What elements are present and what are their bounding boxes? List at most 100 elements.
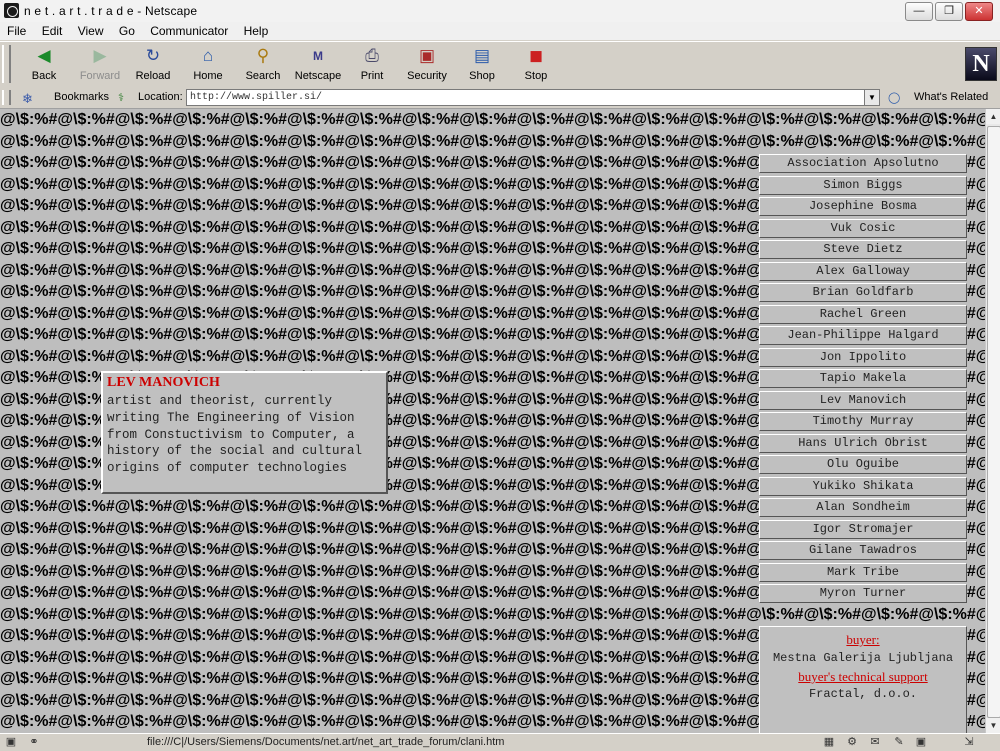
member-link-association-apsolutno[interactable]: Association Apsolutno (759, 154, 967, 173)
security-button[interactable]: ▣ Security (400, 44, 454, 86)
scroll-thumb[interactable] (987, 126, 1000, 718)
reload-button[interactable]: ↻ Reload (126, 44, 180, 86)
close-button[interactable]: ✕ (965, 2, 993, 21)
scroll-up-button[interactable]: ▲ (986, 109, 1000, 124)
stop-button[interactable]: ◼ Stop (509, 44, 563, 86)
buyer-support-value: Fractal, d.o.o. (808, 687, 918, 701)
maximize-button[interactable]: ❐ (935, 2, 963, 21)
netscape-throbber-logo[interactable]: N (965, 47, 997, 81)
security-label: Security (407, 70, 447, 82)
member-link-vuk-cosic[interactable]: Vuk Cosic (759, 218, 967, 238)
vertical-scrollbar[interactable]: ▲ ▼ (985, 109, 1000, 733)
buyer-support-link[interactable]: buyer's technical support (760, 669, 966, 685)
member-link-simon-biggs[interactable]: Simon Biggs (759, 175, 967, 195)
netscape-app-icon (4, 3, 19, 18)
bookmarks-icon[interactable]: ❄ (22, 91, 33, 107)
url-dropdown-button[interactable]: ▼ (864, 89, 880, 106)
netscape-icon: M (313, 49, 323, 63)
member-link-alan-sondheim[interactable]: Alan Sondheim (759, 498, 967, 517)
member-link-timothy-murray[interactable]: Timothy Murray (759, 412, 967, 431)
home-icon: ⌂ (202, 46, 214, 65)
whats-related-icon[interactable]: ◯ (888, 91, 900, 104)
minimize-button[interactable]: — (905, 2, 933, 21)
member-link-brian-goldfarb[interactable]: Brian Goldfarb (759, 283, 967, 302)
navigator-icon[interactable]: ⚙ (845, 736, 859, 748)
menu-go[interactable]: Go (119, 22, 135, 38)
menu-file[interactable]: File (7, 22, 26, 38)
back-button[interactable]: ◀ Back (17, 44, 71, 86)
bookmarks-button[interactable]: Bookmarks (54, 91, 109, 103)
member-link-rachel-green[interactable]: Rachel Green (759, 304, 967, 324)
title-bar: n e t . a r t . t r a d e - Netscape — ❐… (0, 0, 1000, 23)
search-button[interactable]: ⚲ Search (236, 44, 290, 86)
home-button[interactable]: ⌂ Home (181, 44, 235, 86)
member-link-tapio-makela[interactable]: Tapio Makela (759, 369, 967, 388)
menu-edit[interactable]: Edit (42, 22, 63, 38)
reload-icon: ↻ (145, 46, 161, 65)
location-label: Location: (138, 91, 183, 103)
shop-label: Shop (469, 70, 495, 82)
shop-button[interactable]: ▤ Shop (455, 44, 509, 86)
search-label: Search (245, 70, 281, 82)
member-link-myron-turner[interactable]: Myron Turner (759, 584, 967, 603)
print-icon: ⎙ (365, 46, 379, 65)
member-link-jon-ippolito[interactable]: Jon Ippolito (759, 347, 967, 367)
member-link-olu-oguibe[interactable]: Olu Oguibe (759, 455, 967, 474)
security-lock-icon[interactable]: ▣ (4, 736, 18, 748)
page-proxy-icon[interactable]: ⚕ (118, 91, 124, 104)
toolbar-grip[interactable] (2, 45, 11, 83)
menu-bar: File Edit View Go Communicator Help (0, 22, 1000, 40)
discussion-icon[interactable]: ✎ (892, 736, 906, 748)
pattern-row: @\$:%#@\$:%#@\$:%#@\$:%#@\$:%#@\$:%#@\$:… (0, 111, 985, 128)
search-icon: ⚲ (256, 46, 270, 65)
scroll-down-button[interactable]: ▼ (986, 718, 1000, 733)
member-link-jean-philippe-halgard[interactable]: Jean-Philippe Halgard (759, 326, 967, 345)
member-link-gilane-tawadros[interactable]: Gilane Tawadros (759, 541, 967, 560)
buyer-value: Mestna Galerija Ljubljana (772, 651, 954, 665)
mail-icon[interactable]: ✉ (868, 736, 882, 748)
print-button[interactable]: ⎙ Print (345, 44, 399, 86)
member-link-alex-galloway[interactable]: Alex Galloway (759, 261, 967, 281)
member-name: LEV MANOVICH (107, 375, 220, 390)
member-link-lev-manovich[interactable]: Lev Manovich (759, 390, 967, 410)
member-info-box: LEV MANOVICH artist and theorist, curren… (101, 371, 388, 494)
composer-icon[interactable]: ▣ (914, 736, 928, 748)
home-label: Home (193, 70, 223, 82)
menu-communicator[interactable]: Communicator (150, 22, 228, 38)
buyer-link[interactable]: buyer: (760, 632, 966, 648)
navigation-toolbar: ◀ Back ▶ Forward ↻ Reload ⌂ Home ⚲ Searc… (0, 41, 1000, 89)
forward-label: Forward (79, 70, 121, 82)
member-description: artist and theorist, currently writing T… (107, 394, 363, 476)
member-link-igor-stromajer[interactable]: Igor Stromajer (759, 519, 967, 539)
member-link-josephine-bosma[interactable]: Josephine Bosma (759, 197, 967, 216)
url-input[interactable]: http://www.spiller.si/ (186, 89, 867, 106)
location-grip[interactable] (2, 90, 11, 105)
back-arrow-icon: ◀ (37, 46, 51, 65)
buyer-panel: buyer: Mestna Galerija Ljubljana buyer's… (759, 626, 967, 733)
component-bar-icon[interactable]: ▦ (822, 736, 836, 748)
window-title: n e t . a r t . t r a d e - Netscape (24, 4, 198, 18)
status-bar: ▣ ⚭ file:///C|/Users/Siemens/Documents/n… (0, 733, 1000, 751)
reload-label: Reload (135, 70, 171, 82)
location-toolbar: ❄ Bookmarks ⚕ Location: http://www.spill… (0, 88, 1000, 109)
member-link-mark-tribe[interactable]: Mark Tribe (759, 562, 967, 582)
shop-icon: ▤ (473, 46, 491, 65)
menu-view[interactable]: View (78, 22, 104, 38)
stop-icon: ◼ (528, 46, 544, 65)
pattern-row: @\$:%#@\$:%#@\$:%#@\$:%#@\$:%#@\$:%#@\$:… (0, 132, 985, 150)
resize-grip-icon[interactable]: ⇲ (962, 736, 976, 748)
menu-help[interactable]: Help (244, 22, 269, 38)
netscape-button[interactable]: M Netscape (291, 44, 345, 86)
forward-arrow-icon: ▶ (93, 46, 107, 65)
stop-label: Stop (524, 70, 548, 82)
forward-button[interactable]: ▶ Forward (73, 44, 127, 86)
member-link-yukiko-shikata[interactable]: Yukiko Shikata (759, 476, 967, 496)
connection-icon[interactable]: ⚭ (22, 736, 46, 748)
member-link-steve-dietz[interactable]: Steve Dietz (759, 240, 967, 259)
print-label: Print (360, 70, 384, 82)
whats-related-button[interactable]: What's Related (914, 91, 988, 103)
member-link-hans-ulrich-obrist[interactable]: Hans Ulrich Obrist (759, 433, 967, 453)
status-text: file:///C|/Users/Siemens/Documents/net.a… (147, 736, 505, 748)
back-label: Back (31, 70, 57, 82)
netscape-label: Netscape (294, 70, 342, 82)
